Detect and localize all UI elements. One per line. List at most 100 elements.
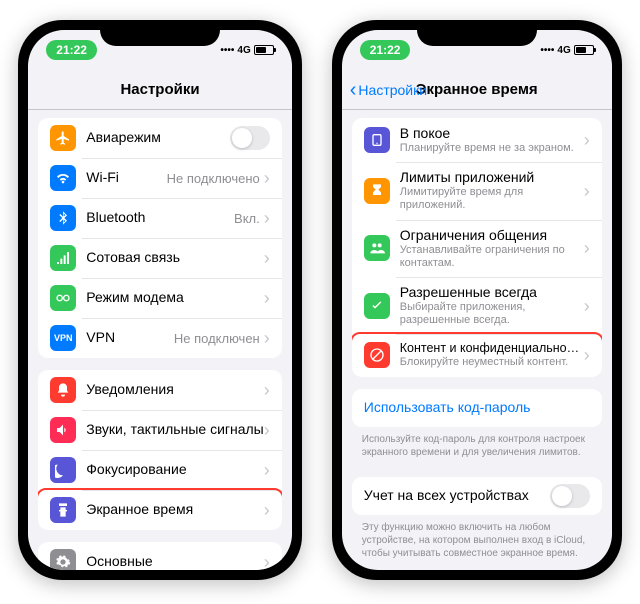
- downtime-label: В покое: [400, 125, 584, 141]
- airplane-icon: [50, 125, 76, 151]
- notch: [100, 20, 220, 46]
- chevron-icon: ›: [584, 346, 590, 364]
- restriction-icon: [364, 342, 390, 368]
- settings-list[interactable]: Авиарежим Wi-Fi Не подключено › Bluetoot…: [28, 110, 291, 570]
- row-sounds[interactable]: Звуки, тактильные сигналы ›: [38, 410, 281, 450]
- navbar: ‹ Настройки Экранное время: [342, 70, 612, 110]
- row-wifi[interactable]: Wi-Fi Не подключено ›: [38, 158, 281, 198]
- phone-left: 21:22 •••• 4G Настройки Авиарежим Wi-Fi: [18, 20, 301, 580]
- back-label: Настройки: [358, 82, 427, 98]
- hotspot-label: Режим модема: [86, 289, 184, 305]
- airplane-toggle[interactable]: [230, 126, 270, 150]
- row-content-privacy[interactable]: Контент и конфиденциальность Блокируйте …: [352, 334, 602, 376]
- cellular-icon: [50, 245, 76, 271]
- row-hotspot[interactable]: Режим модема ›: [38, 278, 281, 318]
- hotspot-icon: [50, 285, 76, 311]
- network-label: 4G: [237, 45, 250, 56]
- page-title: Экранное время: [416, 81, 538, 98]
- downtime-icon: [364, 127, 390, 153]
- phone-right: 21:22 •••• 4G ‹ Настройки Экранное время…: [332, 20, 622, 580]
- general-label: Основные: [86, 553, 152, 569]
- chevron-icon: ›: [584, 131, 590, 149]
- screen-right: 21:22 •••• 4G ‹ Настройки Экранное время…: [342, 30, 612, 570]
- back-button[interactable]: ‹ Настройки: [350, 80, 427, 100]
- notifications-icon: [50, 377, 76, 403]
- content-sub: Блокируйте неуместный контент.: [400, 356, 584, 369]
- chevron-icon: ›: [264, 553, 270, 570]
- sounds-label: Звуки, тактильные сигналы: [86, 421, 263, 437]
- chevron-icon: ›: [264, 381, 270, 399]
- row-bluetooth[interactable]: Bluetooth Вкл. ›: [38, 198, 281, 238]
- always-sub: Выбирайте приложения, разрешенные всегда…: [400, 301, 584, 327]
- group-share: Учет на всех устройствах: [352, 477, 602, 515]
- page-title: Настройки: [120, 81, 199, 98]
- wifi-detail: Не подключено: [167, 171, 260, 186]
- chevron-icon: ›: [584, 239, 590, 257]
- share-label: Учет на всех устройствах: [364, 487, 529, 503]
- check-icon: [364, 293, 390, 319]
- row-airplane[interactable]: Авиарежим: [38, 118, 281, 158]
- signal-icon: ••••: [220, 45, 234, 56]
- comm-label: Ограничения общения: [400, 227, 584, 243]
- network-label: 4G: [557, 45, 570, 56]
- screentime-icon: [50, 497, 76, 523]
- focus-label: Фокусирование: [86, 461, 186, 477]
- row-general[interactable]: Основные ›: [38, 542, 281, 570]
- group-notifications: Уведомления › Звуки, тактильные сигналы …: [38, 370, 281, 530]
- status-indicators: •••• 4G: [220, 45, 273, 56]
- screen-left: 21:22 •••• 4G Настройки Авиарежим Wi-Fi: [28, 30, 291, 570]
- screentime-list[interactable]: В покое Планируйте время не за экраном. …: [342, 110, 612, 570]
- chevron-icon: ›: [264, 209, 270, 227]
- bluetooth-label: Bluetooth: [86, 209, 145, 225]
- group-passcode: Использовать код-пароль: [352, 389, 602, 427]
- chevron-icon: ›: [264, 249, 270, 267]
- chevron-icon: ›: [264, 289, 270, 307]
- vpn-detail: Не подключен: [174, 331, 260, 346]
- chevron-icon: ›: [264, 169, 270, 187]
- chevron-icon: ›: [584, 182, 590, 200]
- chevron-icon: ›: [264, 501, 270, 519]
- comm-sub: Устанавливайте ограничения по контактам.: [400, 244, 584, 270]
- communication-icon: [364, 235, 390, 261]
- row-downtime[interactable]: В покое Планируйте время не за экраном. …: [352, 118, 602, 162]
- sounds-icon: [50, 417, 76, 443]
- focus-icon: [50, 457, 76, 483]
- row-always-allowed[interactable]: Разрешенные всегда Выбирайте приложения,…: [352, 277, 602, 334]
- applimits-label: Лимиты приложений: [400, 169, 584, 185]
- row-cellular[interactable]: Сотовая связь ›: [38, 238, 281, 278]
- group-limits: В покое Планируйте время не за экраном. …: [352, 118, 602, 377]
- airplane-label: Авиарежим: [86, 129, 161, 145]
- vpn-label: VPN: [86, 329, 115, 345]
- applimits-sub: Лимитируйте время для приложений.: [400, 186, 584, 212]
- hourglass-icon: [364, 178, 390, 204]
- vpn-icon: VPN: [50, 325, 76, 351]
- cellular-label: Сотовая связь: [86, 249, 180, 265]
- row-notifications[interactable]: Уведомления ›: [38, 370, 281, 410]
- row-communication[interactable]: Ограничения общения Устанавливайте огран…: [352, 220, 602, 277]
- wifi-label: Wi-Fi: [86, 169, 119, 185]
- wifi-icon: [50, 165, 76, 191]
- row-applimits[interactable]: Лимиты приложений Лимитируйте время для …: [352, 162, 602, 219]
- share-toggle[interactable]: [550, 484, 590, 508]
- row-share-devices[interactable]: Учет на всех устройствах: [352, 477, 602, 515]
- time-pill: 21:22: [46, 40, 97, 60]
- row-screentime[interactable]: Экранное время ›: [38, 490, 281, 530]
- row-focus[interactable]: Фокусирование ›: [38, 450, 281, 490]
- notch: [417, 20, 537, 46]
- row-passcode[interactable]: Использовать код-пароль: [352, 389, 602, 427]
- screentime-label: Экранное время: [86, 501, 193, 517]
- always-label: Разрешенные всегда: [400, 284, 584, 300]
- notifications-label: Уведомления: [86, 381, 174, 397]
- gear-icon: [50, 549, 76, 570]
- chevron-icon: ›: [264, 329, 270, 347]
- downtime-sub: Планируйте время не за экраном.: [400, 142, 584, 155]
- row-vpn[interactable]: VPN VPN Не подключен ›: [38, 318, 281, 358]
- group-general: Основные › Пункт управления › AA Экран и…: [38, 542, 281, 570]
- chevron-icon: ›: [584, 297, 590, 315]
- passcode-footer: Используйте код-пароль для контроля наст…: [342, 427, 612, 465]
- battery-icon: [254, 45, 274, 55]
- time-pill: 21:22: [360, 40, 411, 60]
- signal-icon: ••••: [540, 45, 554, 56]
- content-label: Контент и конфиденциальность: [400, 341, 584, 355]
- chevron-left-icon: ‹: [350, 80, 357, 100]
